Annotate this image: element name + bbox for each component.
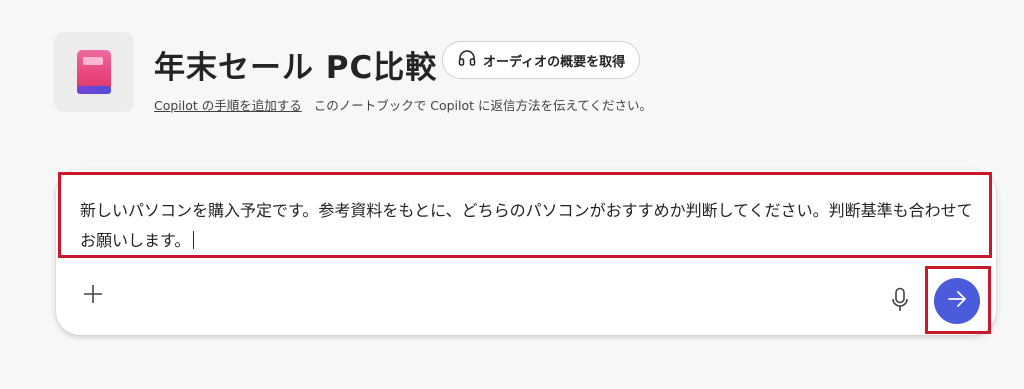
notebook-icon — [54, 32, 134, 112]
notebook-title: 年末セール PC比較 — [154, 50, 438, 86]
audio-overview-label: オーディオの概要を取得 — [483, 54, 626, 70]
copilot-instructions-line: Copilot の手順を追加する このノートブックで Copilot に返信方法… — [154, 95, 652, 114]
audio-overview-button[interactable]: オーディオの概要を取得 — [442, 41, 641, 79]
copilot-instructions-hint: このノートブックで Copilot に返信方法を伝えてください。 — [313, 98, 653, 113]
microphone-icon — [891, 287, 909, 317]
add-copilot-instructions-link[interactable]: Copilot の手順を追加する — [154, 98, 302, 113]
microphone-button[interactable] — [886, 286, 914, 318]
headphones-icon — [457, 48, 477, 72]
prompt-text-highlight — [58, 172, 992, 258]
add-attachment-button[interactable] — [78, 281, 108, 311]
plus-icon — [82, 283, 104, 309]
notebook-header: 年末セール PC比較 オーディオの概要を取得 Copilot の手順を追加する … — [54, 32, 994, 114]
send-button-highlight — [925, 266, 991, 334]
